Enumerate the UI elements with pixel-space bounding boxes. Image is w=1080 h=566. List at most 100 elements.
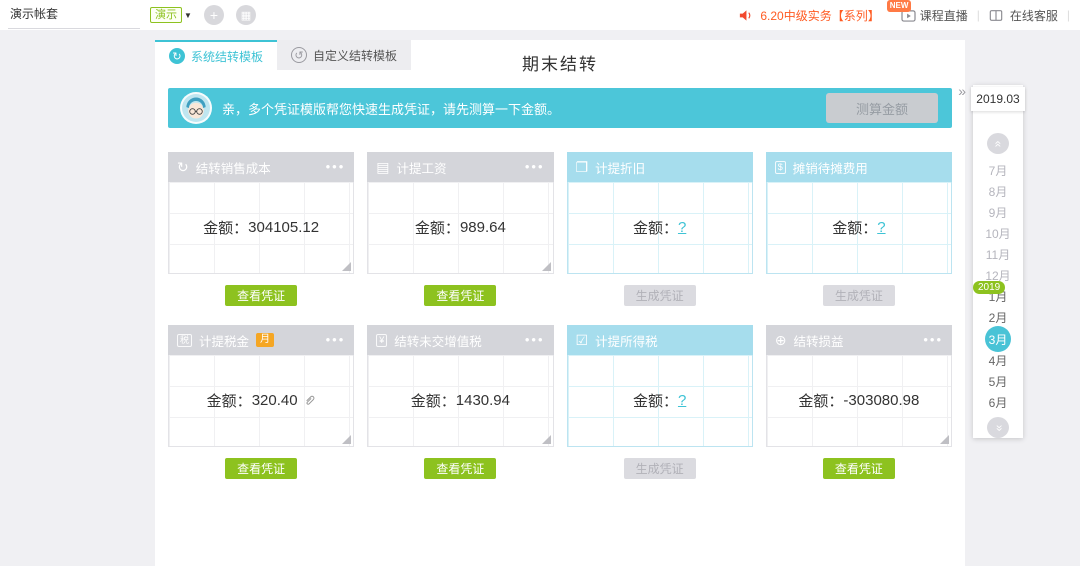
voucher-button[interactable]: 查看凭证 (823, 458, 895, 479)
month-item-10[interactable]: 10月 (984, 223, 1012, 244)
card-title: 计提所得税 (595, 331, 658, 350)
card-title: 结转未交增值税 (394, 331, 482, 350)
card-header: ⊕ 结转损益 ••• (766, 325, 952, 355)
divider: | (977, 8, 980, 22)
transfer-card: ❐ 计提折旧 金额：? 生成凭证 (567, 152, 753, 306)
card-body: 金额：? (766, 182, 952, 274)
calculate-amount-button[interactable]: 测算金额 (826, 93, 938, 123)
month-item-7[interactable]: 7月 (984, 160, 1012, 181)
amount-label: 金额： (633, 217, 678, 238)
apps-grid-button[interactable]: ▦ (236, 5, 256, 25)
card-body: 金额：304105.12 (168, 182, 354, 274)
card-body: 金额：-303080.98 (766, 355, 952, 447)
depreciation-icon: ❐ (576, 160, 589, 174)
chevron-down-icon[interactable]: ▼ (184, 11, 192, 20)
amount-label: 金额： (832, 217, 877, 238)
demo-badge: 演示 (150, 7, 182, 23)
live-course-link[interactable]: NEW 课程直播 (901, 7, 968, 24)
collapse-panel-icon[interactable]: » (958, 83, 966, 99)
amortization-icon: $ (775, 161, 786, 174)
speaker-icon (738, 8, 753, 23)
amount-label: 金额： (207, 390, 252, 411)
transfer-card: ¥ 结转未交增值税 ••• 金额：1430.94 查看凭证 (367, 325, 553, 479)
amount-label: 金额： (798, 390, 843, 411)
more-menu-icon[interactable]: ••• (525, 162, 545, 172)
account-name: 演示帐套 (10, 7, 58, 21)
amount-value: 989.64 (460, 219, 506, 236)
add-button[interactable]: + (204, 5, 224, 25)
scroll-down-icon[interactable]: « (987, 417, 1009, 438)
card-body: 金额：? (567, 355, 753, 447)
resize-corner (940, 435, 949, 444)
profit-loss-transfer-icon: ⊕ (775, 333, 787, 347)
month-item-3[interactable]: 3月 (985, 326, 1011, 352)
card-header: $ 摊销待摊费用 (766, 152, 952, 182)
card-body: 金额：1430.94 (367, 355, 553, 447)
amount-value[interactable]: ? (678, 392, 686, 409)
month-item-11[interactable]: 11月 (984, 244, 1012, 265)
month-item-6[interactable]: 6月 (984, 392, 1012, 413)
month-item-8[interactable]: 8月 (984, 181, 1012, 202)
card-body: 金额：? (567, 182, 753, 274)
more-menu-icon[interactable]: ••• (923, 335, 943, 345)
month-panel: 2019.03 « 7月8月9月10月11月12月1月2月3月4月5月6月 « … (973, 85, 1023, 438)
voucher-button[interactable]: 生成凭证 (823, 285, 895, 306)
amount-label: 金额： (415, 217, 460, 238)
carryover-cost-icon: ↻ (177, 160, 189, 174)
paperclip-icon (303, 394, 316, 407)
more-menu-icon[interactable]: ••• (525, 335, 545, 345)
voucher-button[interactable]: 查看凭证 (225, 458, 297, 479)
year-badge: 2019 (973, 281, 1005, 294)
resize-corner (342, 435, 351, 444)
voucher-button[interactable]: 查看凭证 (225, 285, 297, 306)
card-title: 计提税金 (199, 331, 249, 350)
content-panel: ↻ 系统结转模板 ↺ 自定义结转模板 期末结转 亲，多个凭证模版帮您快速生成凭证… (155, 40, 965, 566)
card-header: 税 计提税金 月 ••• (168, 325, 354, 355)
month-badge: 月 (256, 333, 274, 347)
online-service-link[interactable]: 在线客服 (1010, 7, 1058, 24)
card-title: 结转损益 (793, 331, 843, 350)
current-period: 2019.03 (971, 87, 1025, 111)
month-item-5[interactable]: 5月 (984, 371, 1012, 392)
book-icon (989, 9, 1003, 22)
amount-label: 金额： (633, 390, 678, 411)
card-title: 计提工资 (396, 158, 446, 177)
card-body: 金额：989.64 (367, 182, 553, 274)
card-body: 金额：320.40 (168, 355, 354, 447)
amount-label: 金额： (203, 217, 248, 238)
amount-label: 金额： (411, 390, 456, 411)
account-selector[interactable]: 演示帐套 (8, 1, 140, 29)
transfer-card: 税 计提税金 月 ••• 金额：320.40 查看凭证 (168, 325, 354, 479)
voucher-button[interactable]: 查看凭证 (424, 285, 496, 306)
amount-value: 1430.94 (456, 392, 510, 409)
month-item-9[interactable]: 9月 (984, 202, 1012, 223)
income-tax-icon: ☑ (576, 333, 589, 347)
mascot-avatar (180, 92, 212, 124)
resize-corner (542, 435, 551, 444)
month-item-4[interactable]: 4月 (984, 350, 1012, 371)
banner-message: 亲，多个凭证模版帮您快速生成凭证，请先测算一下金额。 (222, 99, 560, 118)
topbar: 演示帐套 演示 ▼ + ▦ 6.20中级实务【系列】 NEW 课程直播 | 在线… (0, 0, 1080, 30)
transfer-card: ▤ 计提工资 ••• 金额：989.64 查看凭证 (367, 152, 553, 306)
resize-corner (542, 262, 551, 271)
tabs-row: ↻ 系统结转模板 ↺ 自定义结转模板 期末结转 (155, 40, 965, 70)
transfer-card: ⊕ 结转损益 ••• 金额：-303080.98 查看凭证 (766, 325, 952, 479)
card-title: 计提折旧 (595, 158, 645, 177)
amount-value: 304105.12 (248, 219, 319, 236)
card-header: ❐ 计提折旧 (567, 152, 753, 182)
main-area: ↻ 系统结转模板 ↺ 自定义结转模板 期末结转 亲，多个凭证模版帮您快速生成凭证… (0, 30, 1080, 566)
resize-corner (342, 262, 351, 271)
more-menu-icon[interactable]: ••• (326, 335, 346, 345)
vat-icon: ¥ (376, 334, 387, 347)
voucher-button[interactable]: 生成凭证 (624, 285, 696, 306)
amount-value: -303080.98 (843, 392, 919, 409)
amount-value[interactable]: ? (678, 219, 686, 236)
month-item-2[interactable]: 2月 (984, 307, 1012, 328)
voucher-button[interactable]: 查看凭证 (424, 458, 496, 479)
scroll-up-icon[interactable]: « (987, 133, 1009, 154)
voucher-button[interactable]: 生成凭证 (624, 458, 696, 479)
promo-link[interactable]: 6.20中级实务【系列】 (760, 7, 879, 24)
card-title: 结转销售成本 (196, 158, 271, 177)
more-menu-icon[interactable]: ••• (326, 162, 346, 172)
amount-value[interactable]: ? (877, 219, 885, 236)
